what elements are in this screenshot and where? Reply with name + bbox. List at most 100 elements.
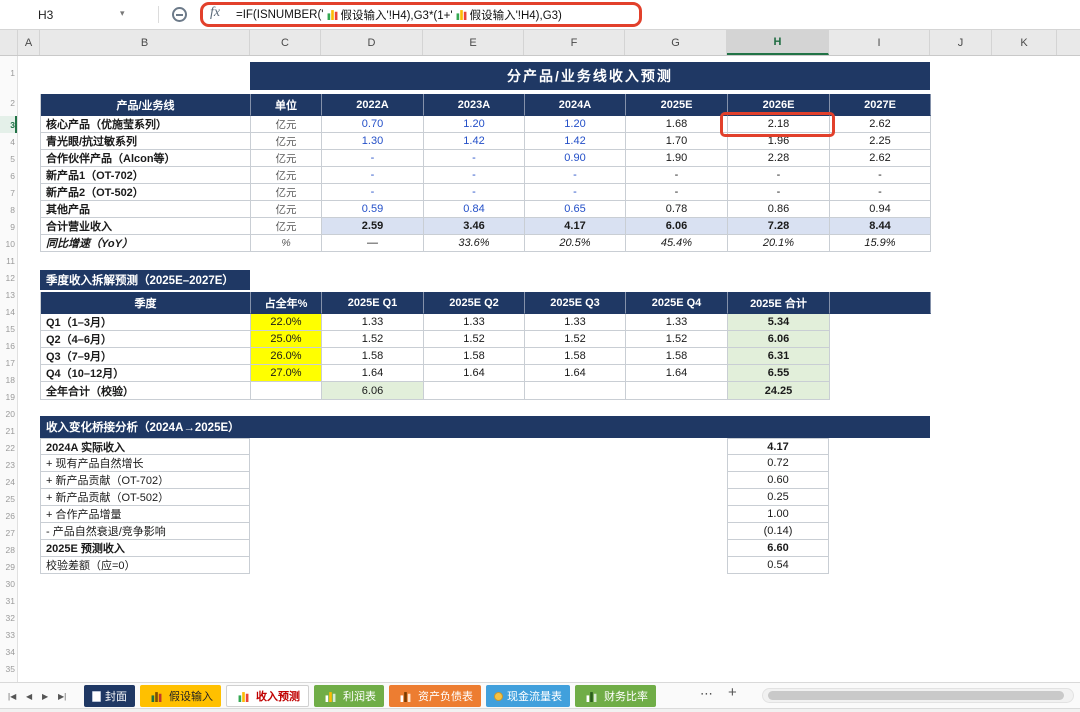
cell[interactable]: + 合作产品增量 — [40, 506, 250, 523]
cell[interactable]: 1.64 — [322, 365, 424, 382]
row-number[interactable]: 21 — [0, 422, 17, 439]
chevron-down-icon[interactable]: ▾ — [120, 8, 125, 19]
header-cell[interactable]: 季度 — [41, 292, 251, 314]
row-number[interactable]: 13 — [0, 286, 17, 303]
row-number[interactable]: 17 — [0, 354, 17, 371]
cell[interactable]: 1.58 — [525, 348, 626, 365]
tab-next-button[interactable]: ▶ — [42, 683, 48, 709]
cell[interactable]: 26.0% — [251, 348, 322, 365]
cell[interactable]: 1.58 — [322, 348, 424, 365]
row-number[interactable]: 12 — [0, 269, 17, 286]
cell[interactable]: 1.58 — [424, 348, 525, 365]
header-cell[interactable]: 单位 — [251, 94, 322, 116]
cell[interactable]: 1.20 — [525, 116, 626, 133]
cell[interactable]: - — [322, 184, 424, 201]
column-header-D[interactable]: D — [321, 30, 423, 55]
row-number[interactable]: 26 — [0, 507, 17, 524]
header-cell[interactable]: 占全年% — [251, 292, 322, 314]
cell[interactable]: 3.46 — [424, 218, 525, 235]
cell[interactable]: 1.52 — [322, 331, 424, 348]
cell[interactable]: 新产品1（OT-702） — [41, 167, 251, 184]
cell[interactable]: - — [424, 184, 525, 201]
tab-financial-ratios[interactable]: 财务比率 — [575, 685, 656, 707]
cell[interactable]: 亿元 — [251, 116, 322, 133]
cell[interactable]: - — [830, 167, 931, 184]
row-number[interactable]: 2 — [0, 90, 17, 116]
header-cell[interactable]: 2025E 合计 — [728, 292, 830, 314]
scrollbar-thumb[interactable] — [768, 691, 1064, 700]
cell[interactable]: 6.60 — [727, 540, 829, 557]
column-header-J[interactable]: J — [930, 30, 992, 55]
cell[interactable]: 2025E 预测收入 — [40, 540, 250, 557]
cell[interactable]: 1.96 — [728, 133, 830, 150]
row-number[interactable]: 35 — [0, 660, 17, 677]
cell[interactable]: 0.84 — [424, 201, 525, 218]
formula-input[interactable]: =IF(ISNUMBER(' 假设输入'!H4),G3*(1+' 假设输入'!H… — [236, 0, 562, 29]
cell[interactable]: 青光眼/抗过敏系列 — [41, 133, 251, 150]
cell[interactable]: 亿元 — [251, 150, 322, 167]
name-box[interactable]: H3 ▾ — [0, 0, 150, 29]
tab-cash-flow[interactable]: 现金流量表 — [486, 685, 570, 707]
header-cell[interactable]: 2027E — [830, 94, 931, 116]
row-number[interactable]: 24 — [0, 473, 17, 490]
row-number[interactable]: 3 — [0, 116, 17, 133]
cell[interactable]: 0.94 — [830, 201, 931, 218]
header-cell[interactable]: 2025E Q3 — [525, 292, 626, 314]
cell[interactable]: 2.25 — [830, 133, 931, 150]
cell[interactable]: 1.42 — [424, 133, 525, 150]
cell[interactable]: 6.31 — [728, 348, 830, 365]
row-number[interactable]: 15 — [0, 320, 17, 337]
cell[interactable]: - 产品自然衰退/竞争影响 — [40, 523, 250, 540]
cell[interactable]: 8.44 — [830, 218, 931, 235]
cell[interactable]: 22.0% — [251, 314, 322, 331]
sheet-title-cell[interactable]: 分产品/业务线收入预测 — [250, 62, 930, 90]
row-number[interactable]: 11 — [0, 252, 17, 269]
cell[interactable]: 1.64 — [525, 365, 626, 382]
row-number[interactable]: 4 — [0, 133, 17, 150]
cell[interactable]: - — [322, 150, 424, 167]
column-header-A[interactable]: A — [18, 30, 40, 55]
cell[interactable]: 2024A 实际收入 — [40, 438, 250, 455]
cell[interactable]: - — [424, 167, 525, 184]
cell[interactable]: 1.68 — [626, 116, 728, 133]
header-cell[interactable]: 2022A — [322, 94, 424, 116]
cell[interactable]: 20.1% — [728, 235, 830, 252]
cell[interactable]: + 现有产品自然增长 — [40, 455, 250, 472]
column-header-F[interactable]: F — [524, 30, 625, 55]
cell[interactable]: Q2（4–6月） — [41, 331, 251, 348]
cell[interactable]: 校验差额（应=0） — [40, 557, 250, 574]
row-number[interactable]: 31 — [0, 592, 17, 609]
cell[interactable]: 5.34 — [728, 314, 830, 331]
selected-cell[interactable]: 2.18 — [728, 116, 830, 133]
circle-minus-icon[interactable] — [172, 7, 187, 22]
cell[interactable]: 1.90 — [626, 150, 728, 167]
empty-cell[interactable] — [830, 292, 931, 314]
cell[interactable]: 1.52 — [525, 331, 626, 348]
row-number[interactable]: 27 — [0, 524, 17, 541]
empty-cell[interactable] — [525, 382, 626, 400]
row-number[interactable]: 32 — [0, 609, 17, 626]
cell[interactable]: - — [525, 167, 626, 184]
cell[interactable]: 全年合计（校验） — [41, 382, 251, 400]
cell[interactable]: 6.06 — [626, 218, 728, 235]
cell[interactable]: % — [251, 235, 322, 252]
cell[interactable]: 1.33 — [525, 314, 626, 331]
column-header-E[interactable]: E — [423, 30, 524, 55]
cell[interactable]: 1.52 — [626, 331, 728, 348]
cell[interactable]: 45.4% — [626, 235, 728, 252]
row-number[interactable]: 30 — [0, 575, 17, 592]
header-cell[interactable]: 2025E Q1 — [322, 292, 424, 314]
row-number[interactable]: 14 — [0, 303, 17, 320]
fx-button[interactable]: fx — [210, 5, 220, 21]
cell[interactable]: Q4（10–12月） — [41, 365, 251, 382]
cell[interactable]: 亿元 — [251, 201, 322, 218]
row-number[interactable]: 23 — [0, 456, 17, 473]
row-number[interactable]: 34 — [0, 643, 17, 660]
header-cell[interactable]: 2026E — [728, 94, 830, 116]
column-header-G[interactable]: G — [625, 30, 727, 55]
header-cell[interactable]: 2025E Q2 — [424, 292, 525, 314]
cell[interactable]: 1.20 — [424, 116, 525, 133]
cell[interactable]: 1.58 — [626, 348, 728, 365]
column-header-K[interactable]: K — [992, 30, 1057, 55]
horizontal-scrollbar[interactable] — [762, 688, 1074, 703]
